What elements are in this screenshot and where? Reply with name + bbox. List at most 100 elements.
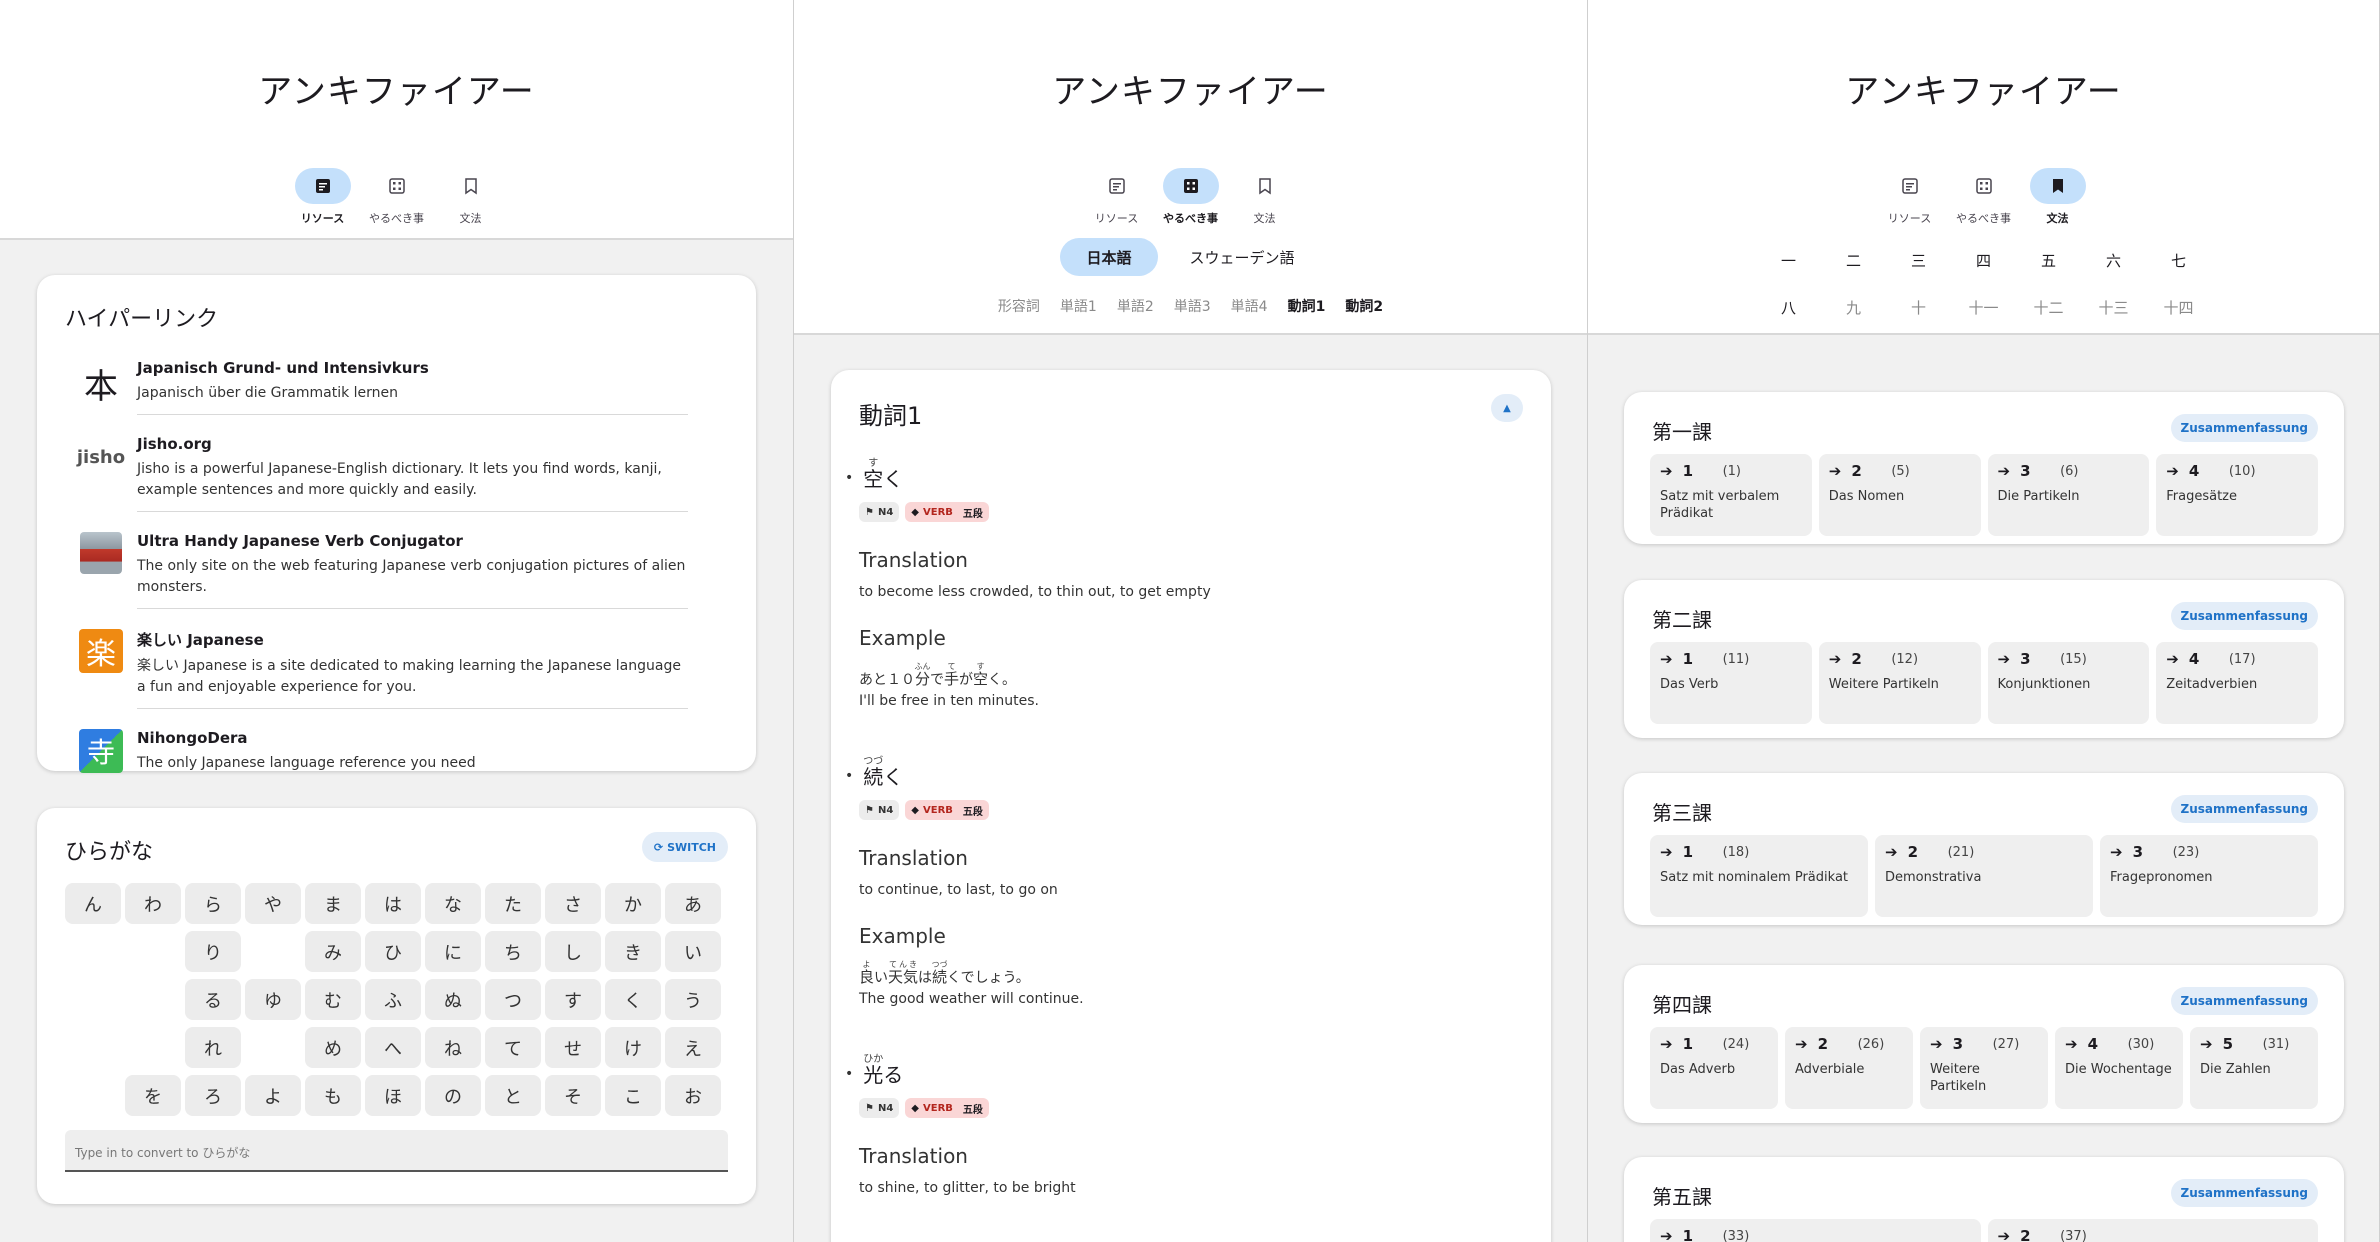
category-tab[interactable]: 単語3 — [1174, 296, 1211, 316]
kana-key[interactable]: ほ — [365, 1075, 421, 1116]
topic-chip[interactable]: ➔ 1 (18) Satz mit nominalem Prädikat — [1650, 835, 1868, 917]
nav-resources[interactable]: リソース — [1881, 168, 1939, 226]
kana-key[interactable]: く — [605, 979, 661, 1020]
category-tab[interactable]: 動詞2 — [1345, 296, 1383, 316]
lesson-tab[interactable]: 八 — [1756, 297, 1821, 318]
kana-key[interactable]: わ — [125, 883, 181, 924]
lesson-tab[interactable]: 十二 — [2016, 297, 2081, 318]
kana-key[interactable]: ろ — [185, 1075, 241, 1116]
kana-key[interactable]: よ — [245, 1075, 301, 1116]
kana-key[interactable]: ぬ — [425, 979, 481, 1020]
kana-key[interactable]: か — [605, 883, 661, 924]
tab-swedish[interactable]: スウェーデン語 — [1164, 238, 1321, 276]
kana-key[interactable]: き — [605, 931, 661, 972]
nav-grammar[interactable]: 文法 — [1236, 168, 1294, 226]
topic-chip[interactable]: ➔ 2 (26) Adverbiale — [1785, 1027, 1913, 1109]
lesson-tab[interactable]: 九 — [1821, 297, 1886, 318]
link-item[interactable]: 寺 NihongoDera The only Japanese language … — [65, 719, 728, 794]
kana-input[interactable]: Type in to convert to ひらがな — [65, 1130, 728, 1172]
nav-todo[interactable]: やるべき事 — [368, 168, 426, 226]
summary-button[interactable]: Zusammenfassung — [2170, 795, 2318, 823]
kana-key[interactable]: こ — [605, 1075, 661, 1116]
topic-chip[interactable]: ➔ 4 (17) Zeitadverbien — [2156, 642, 2318, 724]
summary-button[interactable]: Zusammenfassung — [2170, 1179, 2318, 1207]
link-item[interactable]: 楽 楽しい Japanese 楽しい Japanese is a site ded… — [65, 619, 728, 719]
lesson-tab[interactable]: 四 — [1951, 250, 2016, 271]
kana-key[interactable]: ん — [65, 883, 121, 924]
topic-chip[interactable]: ➔ 3 (27) Weitere Partikeln — [1920, 1027, 2048, 1109]
switch-button[interactable]: ⟳ SWITCH — [641, 832, 728, 862]
topic-chip[interactable]: ➔ 2 (12) Weitere Partikeln — [1818, 642, 1981, 724]
kana-key[interactable]: せ — [545, 1027, 601, 1068]
kana-key[interactable]: ね — [425, 1027, 481, 1068]
category-tab[interactable]: 単語2 — [1117, 296, 1154, 316]
lesson-tab[interactable]: 五 — [2016, 250, 2081, 271]
lesson-tab[interactable]: 十三 — [2081, 297, 2146, 318]
topic-chip[interactable]: ➔ 3 (15) Konjunktionen — [1987, 642, 2150, 724]
link-item[interactable]: jisho Jisho.org Jisho is a powerful Japan… — [65, 425, 728, 522]
kana-key[interactable]: も — [305, 1075, 361, 1116]
nav-resources[interactable]: リソース — [294, 168, 352, 226]
summary-button[interactable]: Zusammenfassung — [2170, 987, 2318, 1015]
kana-key[interactable]: ま — [305, 883, 361, 924]
kana-key[interactable]: ふ — [365, 979, 421, 1020]
link-item[interactable]: 本 Japanisch Grund- und Intensivkurs Japan… — [65, 349, 728, 425]
kana-key[interactable]: い — [665, 931, 721, 972]
topic-chip[interactable]: ➔ 3 (6) Die Partikeln — [1987, 454, 2150, 536]
kana-key[interactable]: ひ — [365, 931, 421, 972]
kana-key[interactable]: お — [665, 1075, 721, 1116]
kana-key[interactable]: や — [245, 883, 301, 924]
kana-key[interactable]: れ — [185, 1027, 241, 1068]
nav-grammar[interactable]: 文法 — [442, 168, 500, 226]
kana-key[interactable]: あ — [665, 883, 721, 924]
topic-chip[interactable]: ➔ 5 (31) Die Zahlen — [2190, 1027, 2318, 1109]
topic-chip[interactable]: ➔ 2 (5) Das Nomen — [1818, 454, 1981, 536]
kana-key[interactable]: に — [425, 931, 481, 972]
category-tab-selected[interactable]: 動詞1 — [1288, 296, 1326, 316]
lesson-tab[interactable]: 三 — [1886, 250, 1951, 271]
kana-key[interactable]: ゆ — [245, 979, 301, 1020]
link-item[interactable]: Ultra Handy Japanese Verb Conjugator The … — [65, 522, 728, 619]
topic-chip[interactable]: ➔ 4 (30) Die Wochentage — [2055, 1027, 2183, 1109]
kana-key[interactable]: な — [425, 883, 481, 924]
kana-key[interactable]: へ — [365, 1027, 421, 1068]
lesson-tab[interactable]: 七 — [2146, 250, 2211, 271]
kana-key[interactable]: し — [545, 931, 601, 972]
lesson-tab[interactable]: 一 — [1756, 250, 1821, 271]
kana-key[interactable]: つ — [485, 979, 541, 1020]
kana-key[interactable]: ち — [485, 931, 541, 972]
topic-chip[interactable]: ➔ 1 (1) Satz mit verbalem Prädikat — [1650, 454, 1812, 536]
kana-key[interactable]: た — [485, 883, 541, 924]
kana-key[interactable]: け — [605, 1027, 661, 1068]
collapse-button[interactable]: ▲ — [1491, 394, 1523, 422]
kana-key[interactable]: を — [125, 1075, 181, 1116]
kana-key[interactable]: の — [425, 1075, 481, 1116]
topic-chip[interactable]: ➔ 1 (33) — [1650, 1219, 1981, 1242]
lesson-tab[interactable]: 六 — [2081, 250, 2146, 271]
kana-key[interactable]: む — [305, 979, 361, 1020]
summary-button[interactable]: Zusammenfassung — [2170, 602, 2318, 630]
topic-chip[interactable]: ➔ 4 (10) Fragesätze — [2156, 454, 2318, 536]
category-tab[interactable]: 単語1 — [1060, 296, 1097, 316]
topic-chip[interactable]: ➔ 2 (37) — [1987, 1219, 2318, 1242]
kana-key[interactable]: め — [305, 1027, 361, 1068]
kana-key[interactable]: は — [365, 883, 421, 924]
kana-key[interactable]: さ — [545, 883, 601, 924]
category-tab[interactable]: 単語4 — [1231, 296, 1268, 316]
kana-key[interactable]: そ — [545, 1075, 601, 1116]
lesson-tab[interactable]: 十一 — [1951, 297, 2016, 318]
nav-resources[interactable]: リソース — [1088, 168, 1146, 226]
topic-chip[interactable]: ➔ 1 (24) Das Adverb — [1650, 1027, 1778, 1109]
kana-key[interactable]: え — [665, 1027, 721, 1068]
nav-grammar[interactable]: 文法 — [2029, 168, 2087, 226]
kana-key[interactable]: と — [485, 1075, 541, 1116]
kana-key[interactable]: み — [305, 931, 361, 972]
nav-todo[interactable]: やるべき事 — [1955, 168, 2013, 226]
tab-japanese[interactable]: 日本語 — [1060, 238, 1158, 276]
kana-key[interactable]: る — [185, 979, 241, 1020]
topic-chip[interactable]: ➔ 2 (21) Demonstrativa — [1875, 835, 2093, 917]
lesson-tab[interactable]: 二 — [1821, 250, 1886, 271]
lesson-tab[interactable]: 十四 — [2146, 297, 2211, 318]
topic-chip[interactable]: ➔ 1 (11) Das Verb — [1650, 642, 1812, 724]
summary-button[interactable]: Zusammenfassung — [2170, 414, 2318, 442]
